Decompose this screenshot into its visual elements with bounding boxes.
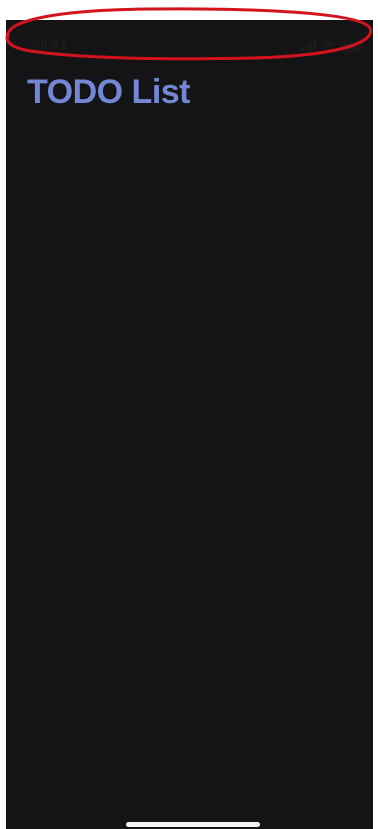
wifi-icon: [322, 41, 336, 51]
home-indicator[interactable]: [126, 822, 260, 827]
status-icons: [301, 40, 363, 52]
status-bar: 09:41: [6, 20, 373, 64]
status-time: 09:41: [33, 37, 68, 52]
battery-icon: [341, 40, 363, 52]
phone-screen: 09:41 TODO List: [6, 20, 373, 829]
page-title: TODO List: [27, 73, 191, 111]
screenshot-page: 09:41 TODO List: [0, 0, 378, 829]
cellular-signal-icon: [301, 41, 316, 51]
